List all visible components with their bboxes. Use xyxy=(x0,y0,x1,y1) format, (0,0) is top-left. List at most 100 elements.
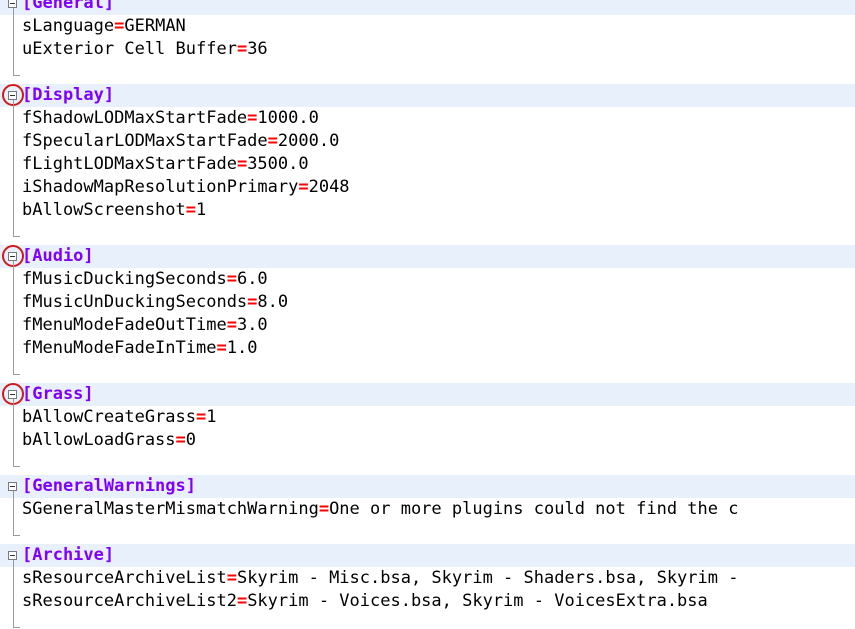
equals-sign: = xyxy=(175,430,186,450)
section-header-line[interactable]: [General] xyxy=(0,0,855,15)
entry-key: bAllowScreenshot xyxy=(22,200,186,220)
fold-collapse-icon[interactable] xyxy=(8,482,17,491)
ini-entry: bAllowCreateGrass=1 xyxy=(22,406,217,429)
entry-key: fMenuModeFadeOutTime xyxy=(22,315,227,335)
entry-value: GERMAN xyxy=(124,16,186,36)
ini-entry: uExterior Cell Buffer=36 xyxy=(22,38,268,61)
ini-entry: sLanguage=GERMAN xyxy=(22,15,186,38)
equals-sign: = xyxy=(226,568,237,588)
entry-value: 0 xyxy=(185,430,197,450)
section-name: [GeneralWarnings] xyxy=(22,476,196,496)
equals-sign: = xyxy=(226,315,237,335)
equals-sign: = xyxy=(185,200,197,220)
entry-value: Skyrim - Voices.bsa, Skyrim - VoicesExtr… xyxy=(247,591,708,611)
ini-entry-line[interactable]: uExterior Cell Buffer=36 xyxy=(0,38,855,61)
entry-value: 2000.0 xyxy=(277,131,340,151)
section-header-line[interactable]: [Archive] xyxy=(0,544,855,567)
entry-key: sResourceArchiveList xyxy=(22,568,227,588)
ini-entry-line[interactable]: iShadowMapResolutionPrimary=2048 xyxy=(0,176,855,199)
equals-sign: = xyxy=(196,407,207,427)
section-name: [Archive] xyxy=(22,545,115,565)
ini-entry-line[interactable]: fMenuModeFadeInTime=1.0 xyxy=(0,337,855,360)
entry-key: fShadowLODMaxStartFade xyxy=(22,108,248,128)
ini-entry: fSpecularLODMaxStartFade=2000.0 xyxy=(22,130,339,153)
entry-key: SGeneralMasterMismatchWarning xyxy=(22,499,319,519)
section-header-line[interactable]: [GeneralWarnings] xyxy=(0,475,855,498)
ini-entry-line[interactable]: bAllowScreenshot=1 xyxy=(0,199,855,222)
ini-entry: iShadowMapResolutionPrimary=2048 xyxy=(22,176,350,199)
fold-end-tick xyxy=(13,627,20,628)
entry-value: 6.0 xyxy=(236,269,268,289)
ini-entry-line[interactable]: fShadowLODMaxStartFade=1000.0 xyxy=(0,107,855,130)
entry-key: fMusicDuckingSeconds xyxy=(22,269,227,289)
ini-entry-line[interactable]: bAllowLoadGrass=0 xyxy=(0,429,855,452)
ini-entry: bAllowLoadGrass=0 xyxy=(22,429,196,452)
entry-key: uExterior Cell Buffer xyxy=(22,39,237,59)
section-header-line[interactable]: [Audio] xyxy=(0,245,855,268)
equals-sign: = xyxy=(247,292,258,312)
ini-entry-line[interactable]: sLanguage=GERMAN xyxy=(0,15,855,38)
section-name: [Audio] xyxy=(22,246,94,266)
ini-entry-line[interactable]: fMusicUnDuckingSeconds=8.0 xyxy=(0,291,855,314)
entry-value: 2048 xyxy=(308,177,350,197)
equals-sign: = xyxy=(226,269,237,289)
section-name: [Grass] xyxy=(22,384,94,404)
equals-sign: = xyxy=(236,154,248,174)
fold-collapse-icon[interactable] xyxy=(8,551,17,560)
equals-sign: = xyxy=(236,39,248,59)
ini-entry: sResourceArchiveList=Skyrim - Misc.bsa, … xyxy=(22,567,749,590)
equals-sign: = xyxy=(236,591,248,611)
entry-key: sResourceArchiveList2 xyxy=(22,591,237,611)
ini-entry: fMenuModeFadeInTime=1.0 xyxy=(22,337,257,360)
ini-entry: bAllowScreenshot=1 xyxy=(22,199,206,222)
ini-entry: fMenuModeFadeOutTime=3.0 xyxy=(22,314,268,337)
ini-entry: fLightLODMaxStartFade=3500.0 xyxy=(22,153,309,176)
ini-entry-line[interactable]: fMenuModeFadeOutTime=3.0 xyxy=(0,314,855,337)
entry-value: 1.0 xyxy=(226,338,258,358)
ini-entry-line[interactable]: SGeneralMasterMismatchWarning=One or mor… xyxy=(0,498,855,521)
section-name: [Display] xyxy=(22,85,115,105)
ini-entry-line[interactable]: fMusicDuckingSeconds=6.0 xyxy=(0,268,855,291)
fold-end-tick xyxy=(13,535,20,536)
ini-entry: sResourceArchiveList2=Skyrim - Voices.bs… xyxy=(22,590,708,613)
entry-key: fLightLODMaxStartFade xyxy=(22,154,237,174)
entry-value: Skyrim - Misc.bsa, Skyrim - Shaders.bsa,… xyxy=(236,568,749,588)
ini-entry-line[interactable]: fLightLODMaxStartFade=3500.0 xyxy=(0,153,855,176)
fold-end-tick xyxy=(13,236,20,237)
ini-entry-line[interactable]: fSpecularLODMaxStartFade=2000.0 xyxy=(0,130,855,153)
equals-sign: = xyxy=(267,131,278,151)
entry-key: fSpecularLODMaxStartFade xyxy=(22,131,268,151)
equals-sign: = xyxy=(216,338,227,358)
ini-entry: fShadowLODMaxStartFade=1000.0 xyxy=(22,107,319,130)
entry-value: 36 xyxy=(247,39,268,59)
entry-value: 1 xyxy=(196,200,207,220)
equals-sign: = xyxy=(247,108,258,128)
ini-entry: SGeneralMasterMismatchWarning=One or mor… xyxy=(22,498,738,521)
ini-entry-line[interactable]: bAllowCreateGrass=1 xyxy=(0,406,855,429)
entry-value: One or more plugins could not find the c xyxy=(329,499,739,519)
equals-sign: = xyxy=(318,499,330,519)
section-header-line[interactable]: [Grass] xyxy=(0,383,855,406)
entry-key: sLanguage xyxy=(22,16,115,36)
ini-editor[interactable]: [General] sLanguage=GERMAN uExterior Cell … xyxy=(0,0,855,629)
entry-value: 8.0 xyxy=(257,292,289,312)
entry-value: 1000.0 xyxy=(257,108,319,128)
fold-end-tick xyxy=(13,374,20,375)
entry-value: 3.0 xyxy=(236,315,268,335)
equals-sign: = xyxy=(114,16,125,36)
section-name: [General] xyxy=(22,0,115,13)
fold-collapse-icon[interactable] xyxy=(8,0,17,8)
equals-sign: = xyxy=(298,177,309,197)
section-header-line[interactable]: [Display] xyxy=(0,84,855,107)
fold-end-tick xyxy=(13,75,20,76)
ini-entry: fMusicUnDuckingSeconds=8.0 xyxy=(22,291,288,314)
entry-key: bAllowCreateGrass xyxy=(22,407,196,427)
fold-end-tick xyxy=(13,466,20,467)
entry-value: 1 xyxy=(206,407,217,427)
entry-key: fMenuModeFadeInTime xyxy=(22,338,217,358)
entry-key: iShadowMapResolutionPrimary xyxy=(22,177,299,197)
entry-value: 3500.0 xyxy=(247,154,309,174)
ini-entry-line[interactable]: sResourceArchiveList2=Skyrim - Voices.bs… xyxy=(0,590,855,613)
entry-key: bAllowLoadGrass xyxy=(22,430,176,450)
ini-entry-line[interactable]: sResourceArchiveList=Skyrim - Misc.bsa, … xyxy=(0,567,855,590)
